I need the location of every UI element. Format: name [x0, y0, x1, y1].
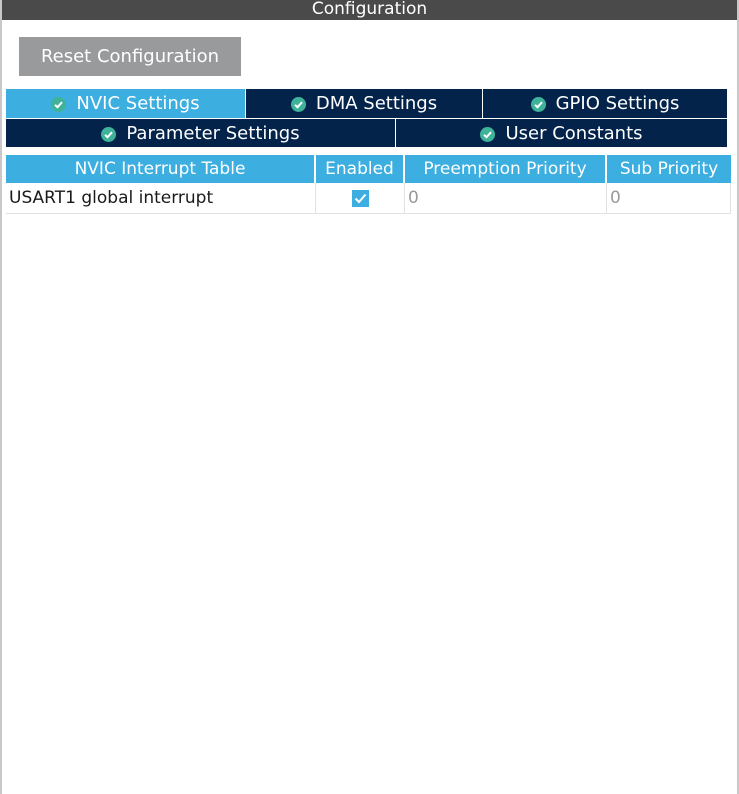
preemption-priority-cell[interactable]: 0 [405, 183, 607, 213]
column-header-sub-priority[interactable]: Sub Priority [607, 155, 731, 183]
tab-label: DMA Settings [315, 93, 438, 114]
configuration-panel: Configuration Reset Configuration NVIC S… [0, 0, 739, 794]
table-header: NVIC Interrupt Table Enabled Preemption … [6, 155, 731, 183]
tab-gpio-settings[interactable]: GPIO Settings [483, 89, 727, 118]
table-row[interactable]: USART1 global interrupt 0 0 [6, 183, 731, 214]
tab-user-constants[interactable]: User Constants [396, 119, 727, 147]
column-header-preemption-priority[interactable]: Preemption Priority [405, 155, 607, 183]
check-circle-icon [290, 96, 306, 112]
enabled-cell [316, 183, 405, 213]
nvic-interrupt-table: NVIC Interrupt Table Enabled Preemption … [6, 155, 731, 214]
check-circle-icon [51, 96, 67, 112]
check-circle-icon [480, 126, 496, 142]
reset-configuration-button[interactable]: Reset Configuration [19, 37, 241, 76]
enabled-checkbox[interactable] [351, 189, 369, 207]
column-header-interrupt[interactable]: NVIC Interrupt Table [6, 155, 316, 183]
check-circle-icon [530, 96, 546, 112]
tab-label: Parameter Settings [126, 122, 300, 144]
tab-row-1: NVIC Settings DMA Settings GPIO Settings [6, 89, 727, 118]
sub-priority-cell[interactable]: 0 [607, 183, 731, 213]
column-header-enabled[interactable]: Enabled [316, 155, 405, 183]
tab-label: User Constants [505, 122, 643, 144]
tab-parameter-settings[interactable]: Parameter Settings [6, 119, 396, 147]
tab-dma-settings[interactable]: DMA Settings [246, 89, 483, 118]
check-icon [354, 193, 366, 203]
interrupt-name-cell: USART1 global interrupt [6, 183, 316, 213]
check-circle-icon [101, 126, 117, 142]
tab-label: GPIO Settings [555, 93, 680, 114]
tab-label: NVIC Settings [76, 93, 200, 114]
tab-nvic-settings[interactable]: NVIC Settings [6, 89, 246, 118]
panel-title: Configuration [2, 0, 737, 20]
tab-row-2: Parameter Settings User Constants [6, 119, 727, 147]
